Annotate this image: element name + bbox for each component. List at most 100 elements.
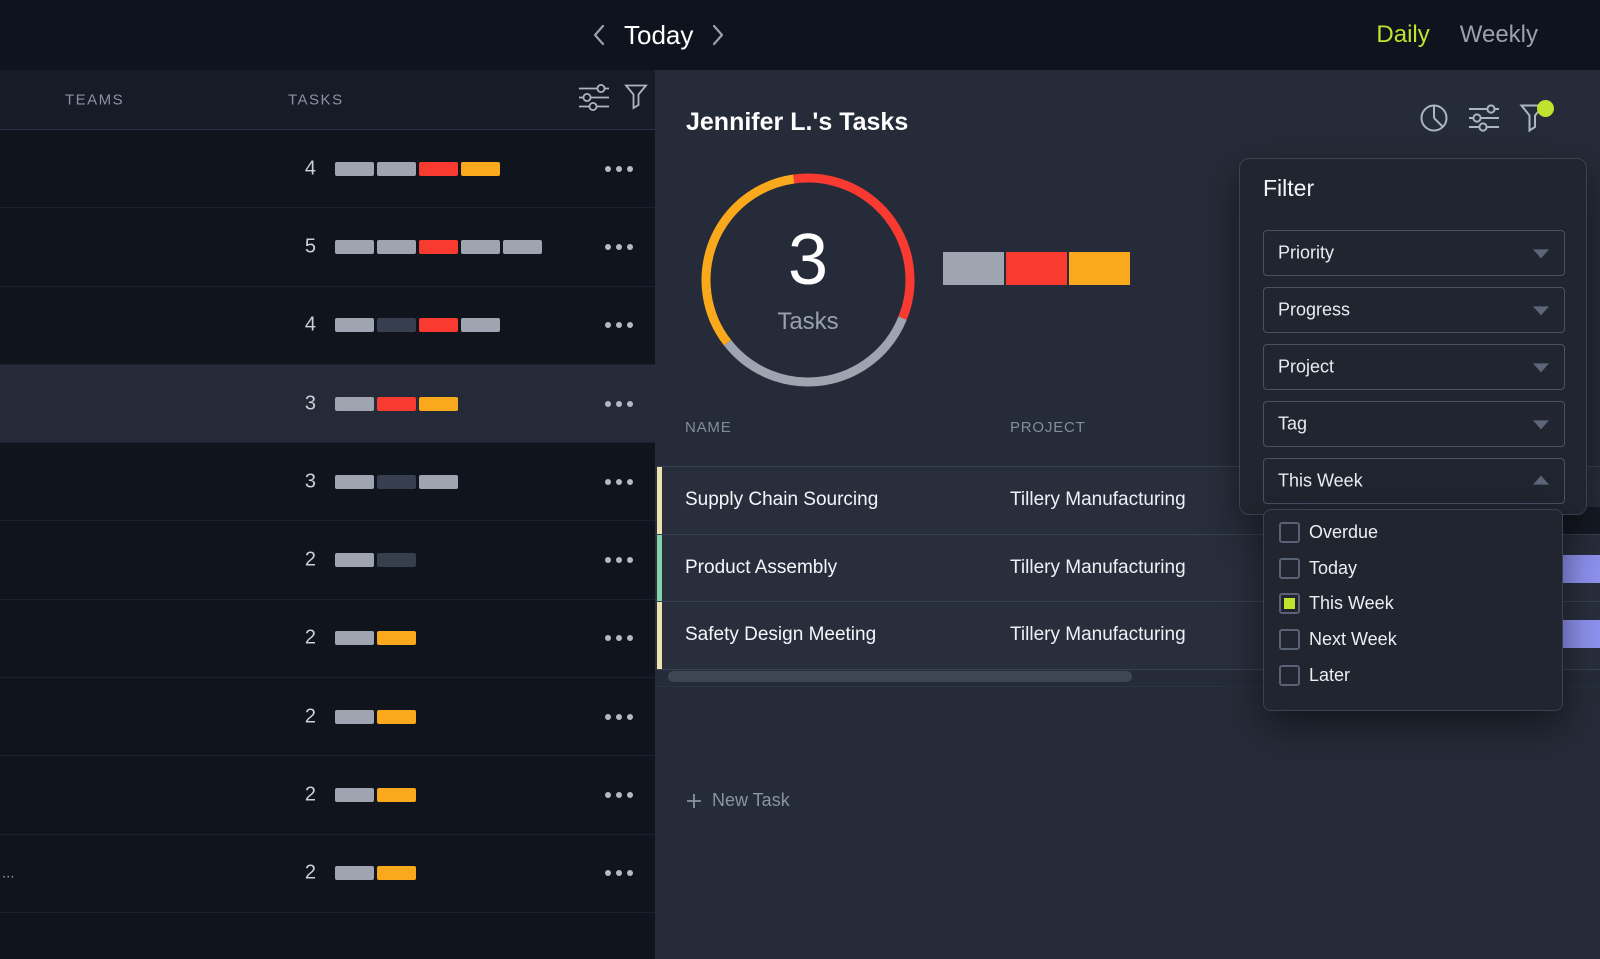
task-status-segments <box>335 553 416 567</box>
checkbox[interactable] <box>1279 558 1300 579</box>
pie-chart-icon[interactable] <box>1419 103 1449 133</box>
task-status-segments <box>335 475 458 489</box>
task-count: 5 <box>284 235 316 258</box>
task-name: Product Assembly <box>685 557 837 579</box>
team-row[interactable]: 4 <box>0 130 655 208</box>
chevron-up-icon <box>1533 476 1549 485</box>
tasks-column-header: TASKS <box>288 91 344 108</box>
team-name-truncated: ... <box>2 865 15 882</box>
task-status-segments <box>335 397 458 411</box>
filter-dropdown-project[interactable]: Project <box>1263 344 1565 390</box>
chevron-down-icon <box>1533 306 1549 315</box>
tab-weekly[interactable]: Weekly <box>1460 21 1538 49</box>
team-row[interactable]: ... 2 <box>0 835 655 913</box>
task-status-segments <box>335 866 416 880</box>
ellipsis-menu-icon[interactable] <box>605 401 633 407</box>
tab-daily[interactable]: Daily <box>1376 21 1429 49</box>
ellipsis-menu-icon[interactable] <box>605 870 633 876</box>
panel-title: Jennifer L.'s Tasks <box>686 108 908 137</box>
team-row[interactable]: 2 <box>0 756 655 834</box>
filter-panel: Filter Priority Progress Project Tag Thi… <box>1239 158 1587 515</box>
option-next-week[interactable]: Next Week <box>1264 622 1562 658</box>
task-count: 4 <box>284 157 316 180</box>
week-dropdown-list: Overdue Today This Week Next Week Later <box>1263 509 1563 711</box>
task-color-stripe <box>657 535 662 602</box>
ellipsis-menu-icon[interactable] <box>605 792 633 798</box>
project-column-header: PROJECT <box>1010 419 1086 436</box>
date-navigation: Today <box>588 0 729 70</box>
filter-panel-title: Filter <box>1263 175 1314 202</box>
task-status-segments <box>335 318 500 332</box>
ellipsis-menu-icon[interactable] <box>605 557 633 563</box>
filter-dropdown-tag[interactable]: Tag <box>1263 401 1565 447</box>
task-project: Tillery Manufacturing <box>1010 624 1186 646</box>
task-status-segments <box>335 788 416 802</box>
task-status-segments <box>335 240 542 254</box>
timeline-bar <box>1563 620 1600 648</box>
ellipsis-menu-icon[interactable] <box>605 479 633 485</box>
status-summary-bar <box>943 252 1130 285</box>
ellipsis-menu-icon[interactable] <box>605 244 633 250</box>
tasks-donut-chart: 3 Tasks <box>697 169 919 391</box>
task-status-segments <box>335 631 416 645</box>
task-count: 3 <box>284 392 316 415</box>
chevron-right-icon[interactable] <box>707 19 729 51</box>
filter-funnel-icon[interactable] <box>1519 103 1546 133</box>
task-count: 2 <box>284 627 316 650</box>
checkbox[interactable] <box>1279 665 1300 686</box>
teams-panel-header: TEAMS TASKS <box>0 70 655 130</box>
filter-dropdown-progress[interactable]: Progress <box>1263 287 1565 333</box>
option-this-week[interactable]: This Week <box>1264 586 1562 622</box>
horizontal-scrollbar[interactable] <box>668 671 1132 682</box>
ellipsis-menu-icon[interactable] <box>605 166 633 172</box>
teams-panel: TEAMS TASKS 4 5 <box>0 70 655 959</box>
plus-icon <box>686 793 702 809</box>
filter-active-dot <box>1537 100 1554 117</box>
option-today[interactable]: Today <box>1264 551 1562 587</box>
ellipsis-menu-icon[interactable] <box>605 635 633 641</box>
checkbox-checked[interactable] <box>1279 593 1300 614</box>
timeline-bar <box>1563 555 1600 583</box>
team-row[interactable]: 4 <box>0 287 655 365</box>
task-color-stripe <box>657 467 662 534</box>
team-row[interactable]: 2 <box>0 600 655 678</box>
option-overdue[interactable]: Overdue <box>1264 515 1562 551</box>
filter-funnel-icon[interactable] <box>624 84 648 116</box>
sliders-icon[interactable] <box>577 82 611 117</box>
task-color-stripe <box>657 602 662 669</box>
view-switcher: Daily Weekly <box>1376 0 1538 70</box>
filter-dropdown-week[interactable]: This Week <box>1263 458 1565 504</box>
new-task-label: New Task <box>712 790 790 811</box>
task-count: 2 <box>284 705 316 728</box>
task-count: 2 <box>284 784 316 807</box>
chevron-down-icon <box>1533 249 1549 258</box>
filter-dropdown-priority[interactable]: Priority <box>1263 230 1565 276</box>
sliders-icon[interactable] <box>1467 103 1501 133</box>
task-status-segments <box>335 162 500 176</box>
team-row[interactable]: 5 <box>0 208 655 286</box>
task-count: 3 <box>284 470 316 493</box>
ellipsis-menu-icon[interactable] <box>605 714 633 720</box>
date-label: Today <box>624 20 693 51</box>
chevron-down-icon <box>1533 420 1549 429</box>
new-task-button[interactable]: New Task <box>686 790 790 811</box>
chevron-down-icon <box>1533 363 1549 372</box>
checkbox[interactable] <box>1279 522 1300 543</box>
app-window: Today Daily Weekly TEAMS TASKS <box>0 0 1600 959</box>
task-count: 2 <box>284 549 316 572</box>
team-row[interactable]: 3 <box>0 443 655 521</box>
ellipsis-menu-icon[interactable] <box>605 322 633 328</box>
team-row[interactable]: 2 <box>0 521 655 599</box>
team-row-selected[interactable]: 3 <box>0 365 655 443</box>
chevron-left-icon[interactable] <box>588 19 610 51</box>
donut-label: Tasks <box>777 308 838 336</box>
teams-column-header: TEAMS <box>65 91 124 108</box>
task-name: Supply Chain Sourcing <box>685 489 878 511</box>
panel-toolbar <box>1419 103 1546 133</box>
option-later[interactable]: Later <box>1264 657 1562 693</box>
checkbox[interactable] <box>1279 629 1300 650</box>
team-row[interactable]: 2 <box>0 678 655 756</box>
task-count: 4 <box>284 314 316 337</box>
donut-value: 3 <box>788 224 828 296</box>
name-column-header: NAME <box>685 419 732 436</box>
